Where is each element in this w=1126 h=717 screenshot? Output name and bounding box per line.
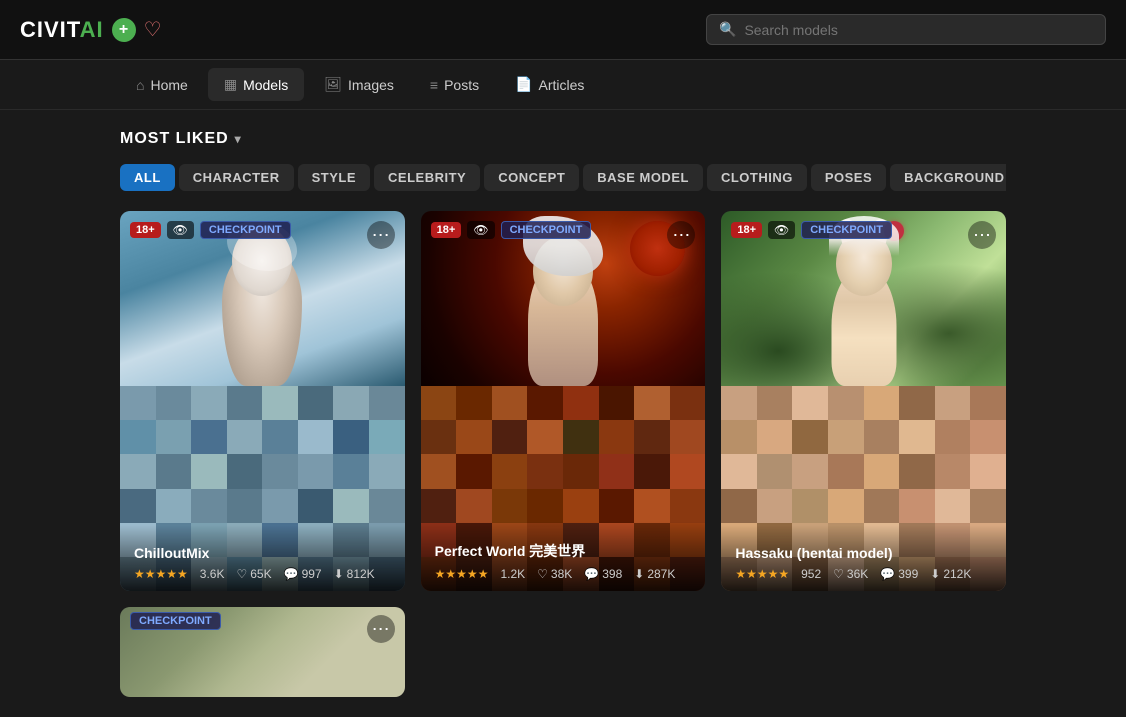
card-3-title: Hassaku (hentai model): [735, 545, 992, 561]
logo-ai: AI: [80, 17, 104, 42]
nav-label-images: Images: [348, 77, 394, 93]
heart-icon: ♡: [236, 567, 247, 581]
cards-grid: 18+ 👁 CHECKPOINT ⋯ ChilloutMix ★★★★★ 3.6…: [120, 211, 1006, 591]
card-3-likes: ♡ 36K: [833, 567, 868, 581]
badge-checkpoint: CHECKPOINT: [501, 221, 592, 239]
filter-tab-concept[interactable]: CONCEPT: [484, 164, 579, 191]
card-2-image: 18+ 👁 CHECKPOINT ⋯ Perfect World 完美世界 ★★…: [421, 211, 706, 591]
heart-icon: ♡: [537, 567, 548, 581]
card-2-stats: ★★★★★ 1.2K ♡ 38K 💬 398 ⬇ 287K: [435, 567, 692, 581]
download-icon: ⬇: [634, 567, 644, 581]
nav-label-home: Home: [150, 77, 187, 93]
nav-item-models[interactable]: ▦ Models: [208, 68, 304, 101]
card-2-title: Perfect World 完美世界: [435, 541, 692, 561]
model-card-1[interactable]: 18+ 👁 CHECKPOINT ⋯ ChilloutMix ★★★★★ 3.6…: [120, 211, 405, 591]
filter-tab-poses[interactable]: POSES: [811, 164, 886, 191]
nav-item-articles[interactable]: 📄 Articles: [499, 68, 600, 101]
badge-checkpoint: CHECKPOINT: [801, 221, 892, 239]
badge-eye-icon: 👁: [167, 221, 194, 239]
comment-icon: 💬: [584, 567, 599, 581]
main-content: MOST LIKED ▾ ALL CHARACTER STYLE CELEBRI…: [0, 110, 1126, 717]
card-2-title-overlay: Perfect World 完美世界 ★★★★★ 1.2K ♡ 38K 💬 39…: [421, 521, 706, 591]
logo-text: CIVITAI: [20, 17, 104, 43]
card-2-stars: ★★★★★: [435, 567, 489, 581]
filter-tab-celebrity[interactable]: CELEBRITY: [374, 164, 480, 191]
search-input[interactable]: [744, 22, 1093, 38]
card-3-comments: 💬 399: [880, 567, 918, 581]
model-card-3[interactable]: 18+ 👁 CHECKPOINT ⋯ Hassaku (hentai model…: [721, 211, 1006, 591]
badge-18plus: 18+: [130, 222, 161, 238]
card-3-image: 18+ 👁 CHECKPOINT ⋯ Hassaku (hentai model…: [721, 211, 1006, 591]
card-1-menu-button[interactable]: ⋯: [367, 221, 395, 249]
nav-item-posts[interactable]: ≡ Posts: [414, 69, 495, 101]
card-1-stars: ★★★★★: [134, 567, 188, 581]
card-4-menu-button[interactable]: ⋯: [367, 615, 395, 643]
articles-icon: 📄: [515, 76, 532, 93]
nav-item-home[interactable]: ⌂ Home: [120, 69, 204, 101]
card-3-stats: ★★★★★ 952 ♡ 36K 💬 399 ⬇ 212K: [735, 567, 992, 581]
card-2-likes: ♡ 38K: [537, 567, 572, 581]
card-1-stats: ★★★★★ 3.6K ♡ 65K 💬 997 ⬇ 812K: [134, 567, 391, 581]
sort-arrow-icon: ▾: [235, 132, 242, 146]
badge-checkpoint: CHECKPOINT: [200, 221, 291, 239]
download-icon: ⬇: [334, 567, 344, 581]
header: CIVITAI + ♡ 🔍: [0, 0, 1126, 60]
badge-eye-icon: 👁: [768, 221, 795, 239]
download-icon: ⬇: [930, 567, 940, 581]
comment-icon: 💬: [880, 567, 895, 581]
comment-icon: 💬: [284, 567, 299, 581]
badge-18plus: 18+: [431, 222, 462, 238]
badge-18plus: 18+: [731, 222, 762, 238]
filter-tab-character[interactable]: CHARACTER: [179, 164, 294, 191]
card-2-badges: 18+ 👁 CHECKPOINT: [431, 221, 592, 239]
card-3-stars: ★★★★★: [735, 567, 789, 581]
card-3-rating-count: 952: [801, 567, 821, 581]
card-3-title-overlay: Hassaku (hentai model) ★★★★★ 952 ♡ 36K 💬…: [721, 525, 1006, 591]
model-card-2[interactable]: 18+ 👁 CHECKPOINT ⋯ Perfect World 完美世界 ★★…: [421, 211, 706, 591]
filter-tab-background[interactable]: BACKGROUND: [890, 164, 1006, 191]
card-1-likes: ♡ 65K: [236, 567, 271, 581]
nav-label-models: Models: [243, 77, 288, 93]
nav-item-images[interactable]: 🖼 Images: [308, 68, 410, 101]
filter-tabs: ALL CHARACTER STYLE CELEBRITY CONCEPT BA…: [120, 164, 1006, 191]
nav-label-posts: Posts: [444, 77, 479, 93]
filter-tab-base-model[interactable]: BASE MODEL: [583, 164, 703, 191]
main-nav: ⌂ Home ▦ Models 🖼 Images ≡ Posts 📄 Artic…: [0, 60, 1126, 110]
logo-plus-button[interactable]: +: [112, 18, 136, 42]
card-2-rating-count: 1.2K: [500, 567, 525, 581]
card-3-menu-button[interactable]: ⋯: [968, 221, 996, 249]
models-icon: ▦: [224, 76, 237, 93]
card-3-badges: 18+ 👁 CHECKPOINT: [731, 221, 892, 239]
sort-button[interactable]: MOST LIKED ▾: [120, 130, 242, 148]
logo-heart-icon[interactable]: ♡: [144, 17, 162, 42]
search-bar[interactable]: 🔍: [706, 14, 1106, 45]
search-icon: 🔍: [719, 21, 736, 38]
filter-tab-all[interactable]: ALL: [120, 164, 175, 191]
card-1-image: 18+ 👁 CHECKPOINT ⋯ ChilloutMix ★★★★★ 3.6…: [120, 211, 405, 591]
logo-civit: CIVIT: [20, 17, 80, 42]
card-1-comments: 💬 997: [284, 567, 322, 581]
card-1-downloads: ⬇ 812K: [334, 567, 375, 581]
sort-label-text: MOST LIKED: [120, 130, 229, 148]
badge-eye-icon: 👁: [467, 221, 494, 239]
filter-tab-style[interactable]: STYLE: [298, 164, 370, 191]
badge-checkpoint: CHECKPOINT: [130, 612, 221, 630]
card-2-comments: 💬 398: [584, 567, 622, 581]
logo: CIVITAI + ♡: [20, 17, 162, 43]
images-icon: 🖼: [324, 76, 342, 93]
model-card-4[interactable]: CHECKPOINT ⋯: [120, 607, 405, 697]
sort-row: MOST LIKED ▾: [120, 130, 1006, 148]
posts-icon: ≡: [430, 77, 438, 93]
nav-label-articles: Articles: [539, 77, 585, 93]
filter-tab-clothing[interactable]: CLOTHING: [707, 164, 807, 191]
card-1-title: ChilloutMix: [134, 545, 391, 561]
card-1-title-overlay: ChilloutMix ★★★★★ 3.6K ♡ 65K 💬 997: [120, 525, 405, 591]
card-3-downloads: ⬇ 212K: [930, 567, 971, 581]
card-2-downloads: ⬇ 287K: [634, 567, 675, 581]
heart-icon: ♡: [833, 567, 844, 581]
card-1-badges: 18+ 👁 CHECKPOINT: [130, 221, 291, 239]
card-1-rating-count: 3.6K: [200, 567, 225, 581]
home-icon: ⌂: [136, 77, 144, 93]
